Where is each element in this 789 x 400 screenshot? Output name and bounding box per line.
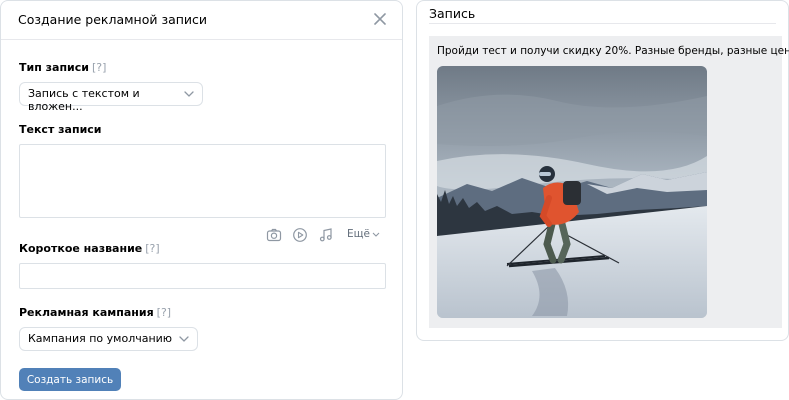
campaign-label: Рекламная кампания [?] [19, 306, 172, 319]
skier-photo [437, 66, 707, 318]
short-name-input[interactable] [19, 263, 386, 289]
more-label: Ещё [347, 228, 370, 240]
chevron-down-icon [179, 336, 189, 342]
chevron-down-icon [372, 232, 380, 237]
create-ad-post-panel: Создание рекламной записи Тип записи [?] … [0, 0, 403, 400]
close-icon [374, 13, 386, 25]
post-type-value: Запись с текстом и вложен... [28, 87, 140, 113]
short-name-label: Короткое название [?] [19, 242, 160, 255]
post-preview: Пройди тест и получи скидку 20%. Разные … [429, 36, 789, 328]
campaign-help[interactable]: [?] [157, 306, 171, 319]
post-photo[interactable] [437, 66, 707, 318]
panel-title: Создание рекламной записи [18, 12, 208, 27]
campaign-value: Кампания по умолчанию [28, 332, 173, 345]
create-post-button[interactable]: Создать запись [19, 368, 121, 391]
post-type-help[interactable]: [?] [92, 61, 106, 74]
short-name-help[interactable]: [?] [145, 242, 159, 255]
close-button[interactable] [372, 11, 388, 27]
post-preview-panel: Запись Пройди тест и получи скидку 20%. … [416, 0, 789, 341]
post-preview-text: Пройди тест и получи скидку 20%. Разные … [437, 45, 789, 57]
chevron-down-icon [184, 91, 194, 97]
more-attachments-button[interactable]: Ещё [347, 228, 380, 240]
campaign-select[interactable]: Кампания по умолчанию [19, 327, 198, 351]
post-type-label: Тип записи [?] [19, 61, 107, 74]
post-type-select[interactable]: Запись с текстом и вложен... [19, 82, 203, 113]
post-text-input[interactable] [19, 144, 386, 218]
panel-header: Создание рекламной записи [1, 1, 402, 40]
post-text-label: Текст записи [19, 123, 102, 136]
music-icon[interactable] [318, 227, 334, 243]
divider [429, 23, 776, 24]
video-icon[interactable] [292, 227, 308, 243]
camera-icon[interactable] [266, 227, 282, 243]
preview-title: Запись [429, 6, 476, 21]
